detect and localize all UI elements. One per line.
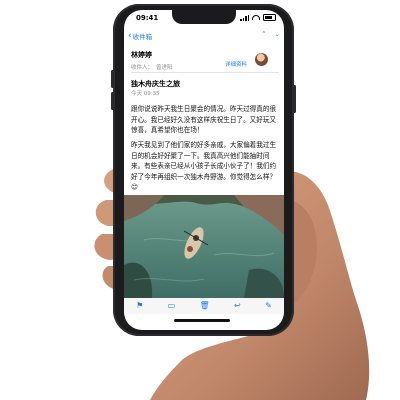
home-indicator[interactable] xyxy=(174,319,230,322)
header-divider xyxy=(131,72,279,73)
chevron-up-icon[interactable]: ⌃ xyxy=(261,30,266,38)
notch xyxy=(172,9,236,24)
email-paragraph: 跟你说说昨天我生日聚会的情况。昨天过得真的很开心。我已经好久没有这样庆祝生日了。… xyxy=(131,105,277,134)
volume-button-2 xyxy=(111,92,114,110)
kayak-photo[interactable] xyxy=(124,195,284,298)
email-paragraph: 昨天我见到了他们家的好多亲戚，大家偏着我过生日的机会好好聚了一下。我真高兴他们能… xyxy=(131,141,277,191)
trash-icon[interactable]: 🗑 xyxy=(200,302,210,310)
compose-icon[interactable]: ✎ xyxy=(265,302,272,310)
email-date: 今天 09:35 xyxy=(131,91,160,97)
avatar[interactable] xyxy=(255,53,268,66)
signal-icon xyxy=(240,14,249,21)
volume-button xyxy=(111,70,114,88)
recipient-line: 收件人： 曾进阳 xyxy=(131,63,271,71)
recipient-label: 收件人： xyxy=(131,65,154,71)
email-subject: 独木舟庆生之旅 xyxy=(131,80,180,88)
back-label: 收件箱 xyxy=(132,33,153,41)
flag-icon[interactable]: ⚑ xyxy=(136,302,143,310)
reply-icon[interactable]: ↩ xyxy=(234,302,241,310)
battery-icon xyxy=(263,14,276,21)
wifi-icon xyxy=(252,15,260,20)
status-time: 09:41 xyxy=(136,14,159,22)
mail-nav-bar: ‹ 收件箱 ⌃ ⌄ xyxy=(128,30,280,42)
power-button xyxy=(293,85,296,113)
back-button[interactable]: ‹ 收件箱 xyxy=(128,31,152,41)
sender-header: 林婷婷 收件人： 曾进阳 xyxy=(131,50,271,71)
status-icons xyxy=(240,14,276,21)
details-link[interactable]: 详细资料 xyxy=(225,60,247,68)
folder-icon[interactable]: ▭ xyxy=(168,302,176,310)
mail-toolbar: ⚑ ▭ 🗑 ↩ ✎ xyxy=(124,298,284,314)
sender-name: 林婷婷 xyxy=(131,51,152,59)
chevron-left-icon: ‹ xyxy=(128,30,132,41)
chevron-down-icon[interactable]: ⌄ xyxy=(275,30,280,38)
recipient-name[interactable]: 曾进阳 xyxy=(156,63,173,71)
